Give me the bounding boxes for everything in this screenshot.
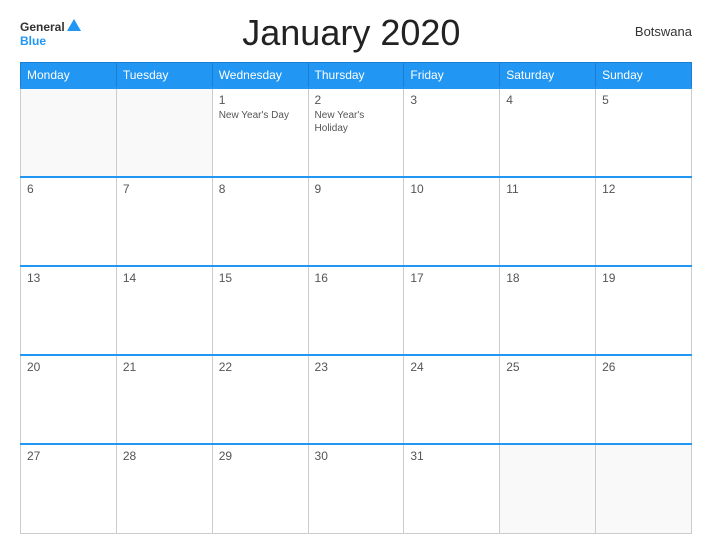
day-cell: 20	[21, 355, 117, 444]
header-saturday: Saturday	[500, 63, 596, 89]
logo-general-text: General	[20, 20, 65, 34]
day-number: 9	[315, 182, 398, 196]
header-friday: Friday	[404, 63, 500, 89]
day-cell: 31	[404, 444, 500, 533]
day-number: 24	[410, 360, 493, 374]
day-number: 31	[410, 449, 493, 463]
page-title: January 2020	[81, 12, 622, 54]
header-tuesday: Tuesday	[116, 63, 212, 89]
header: General Blue January 2020 Botswana	[20, 16, 692, 54]
day-number: 14	[123, 271, 206, 285]
day-cell: 2 New Year's Holiday	[308, 88, 404, 177]
day-number: 28	[123, 449, 206, 463]
day-cell: 9	[308, 177, 404, 266]
table-row: 27 28 29 30 31	[21, 444, 692, 533]
day-cell: 16	[308, 266, 404, 355]
table-row: 13 14 15 16 17 18 19	[21, 266, 692, 355]
day-cell: 29	[212, 444, 308, 533]
day-cell: 1 New Year's Day	[212, 88, 308, 177]
day-number: 5	[602, 93, 685, 107]
day-cell	[116, 88, 212, 177]
day-number: 16	[315, 271, 398, 285]
day-number: 8	[219, 182, 302, 196]
day-cell: 28	[116, 444, 212, 533]
day-number: 11	[506, 182, 589, 196]
day-cell: 30	[308, 444, 404, 533]
day-cell: 11	[500, 177, 596, 266]
header-thursday: Thursday	[308, 63, 404, 89]
day-number: 29	[219, 449, 302, 463]
day-number: 22	[219, 360, 302, 374]
day-cell: 27	[21, 444, 117, 533]
day-cell	[21, 88, 117, 177]
day-cell: 6	[21, 177, 117, 266]
day-cell: 21	[116, 355, 212, 444]
day-cell: 10	[404, 177, 500, 266]
header-monday: Monday	[21, 63, 117, 89]
day-cell	[500, 444, 596, 533]
day-number: 25	[506, 360, 589, 374]
logo: General Blue	[20, 20, 81, 48]
day-cell: 5	[596, 88, 692, 177]
calendar-table: Monday Tuesday Wednesday Thursday Friday…	[20, 62, 692, 534]
day-number: 30	[315, 449, 398, 463]
day-number: 26	[602, 360, 685, 374]
logo-blue-text: Blue	[20, 34, 46, 48]
day-cell: 22	[212, 355, 308, 444]
day-number: 27	[27, 449, 110, 463]
day-cell	[596, 444, 692, 533]
day-number: 13	[27, 271, 110, 285]
day-number: 3	[410, 93, 493, 107]
calendar-page: General Blue January 2020 Botswana Monda…	[0, 0, 712, 550]
day-number: 10	[410, 182, 493, 196]
header-wednesday: Wednesday	[212, 63, 308, 89]
holiday-name: New Year's Day	[219, 109, 302, 122]
header-sunday: Sunday	[596, 63, 692, 89]
day-number: 17	[410, 271, 493, 285]
day-number: 23	[315, 360, 398, 374]
day-cell: 15	[212, 266, 308, 355]
table-row: 20 21 22 23 24 25 26	[21, 355, 692, 444]
day-number: 4	[506, 93, 589, 107]
day-cell: 24	[404, 355, 500, 444]
table-row: 1 New Year's Day 2 New Year's Holiday 345	[21, 88, 692, 177]
day-cell: 13	[21, 266, 117, 355]
day-number: 19	[602, 271, 685, 285]
day-cell: 25	[500, 355, 596, 444]
day-cell: 7	[116, 177, 212, 266]
day-cell: 18	[500, 266, 596, 355]
day-number: 20	[27, 360, 110, 374]
day-cell: 3	[404, 88, 500, 177]
day-cell: 23	[308, 355, 404, 444]
day-cell: 14	[116, 266, 212, 355]
header-row: Monday Tuesday Wednesday Thursday Friday…	[21, 63, 692, 89]
day-cell: 17	[404, 266, 500, 355]
day-number: 12	[602, 182, 685, 196]
logo-triangle-icon	[67, 19, 81, 31]
day-number: 21	[123, 360, 206, 374]
day-cell: 4	[500, 88, 596, 177]
day-number: 7	[123, 182, 206, 196]
day-cell: 26	[596, 355, 692, 444]
day-number: 15	[219, 271, 302, 285]
day-cell: 8	[212, 177, 308, 266]
holiday-name: New Year's Holiday	[315, 109, 398, 135]
day-number: 2	[315, 93, 398, 107]
table-row: 6789 10 11 12	[21, 177, 692, 266]
day-cell: 12	[596, 177, 692, 266]
day-number: 1	[219, 93, 302, 107]
country-label: Botswana	[622, 24, 692, 39]
day-cell: 19	[596, 266, 692, 355]
day-number: 18	[506, 271, 589, 285]
day-number: 6	[27, 182, 110, 196]
